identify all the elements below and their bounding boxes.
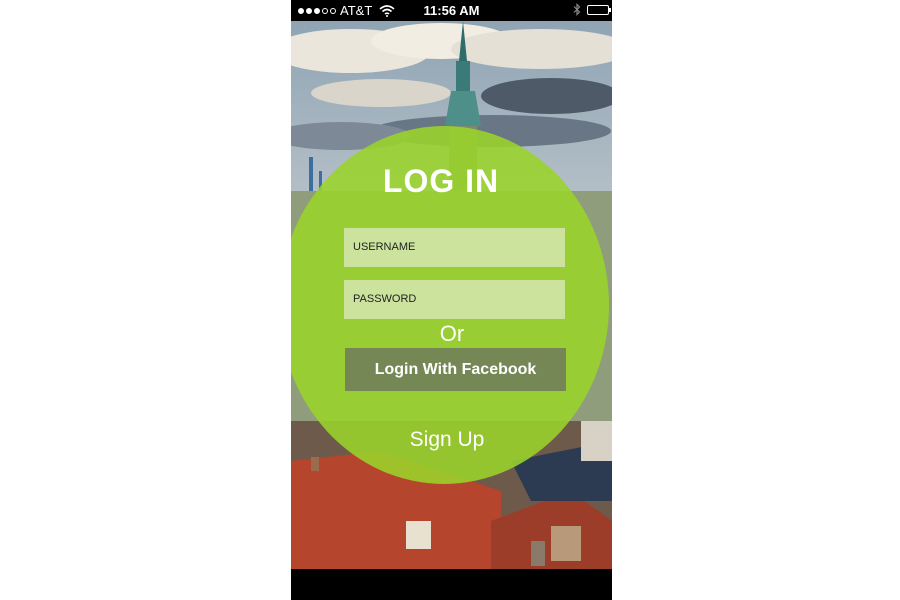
or-label: Or [439,321,465,346]
sign-up-link[interactable]: Sign Up [391,428,503,452]
status-time: 11:56 AM [423,3,480,18]
phone-screen: AT&T 11:56 AM LOG IN USERNAME PASSWORD O… [291,0,612,600]
bluetooth-icon [573,3,581,16]
status-right [573,3,611,16]
battery-icon [587,4,611,15]
bottom-bar [291,569,612,600]
page-title: LOG IN [382,163,500,199]
status-bar: AT&T 11:56 AM [291,0,612,21]
login-with-facebook-button[interactable]: Login With Facebook [345,348,566,391]
password-field[interactable]: PASSWORD [344,280,565,319]
username-field[interactable]: USERNAME [344,228,565,267]
username-placeholder: USERNAME [353,241,416,253]
password-placeholder: PASSWORD [353,293,417,305]
